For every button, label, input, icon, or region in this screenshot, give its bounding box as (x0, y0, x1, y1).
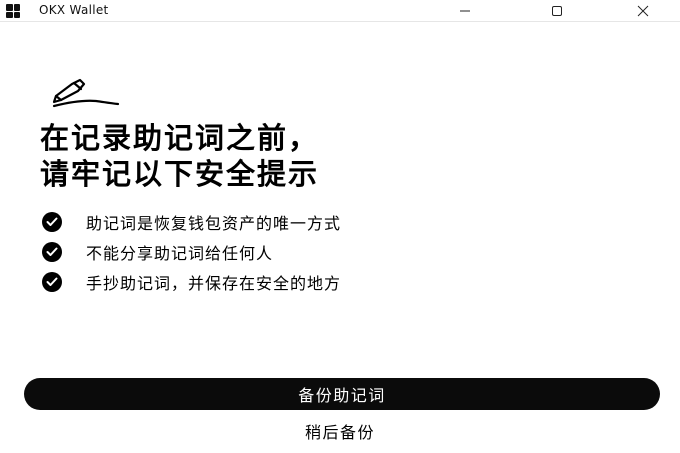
check-circle-icon (42, 212, 62, 232)
backup-mnemonic-button[interactable]: 备份助记词 (24, 378, 660, 410)
list-item: 手抄助记词，并保存在安全的地方 (42, 267, 642, 297)
list-item: 不能分享助记词给任何人 (42, 237, 642, 267)
pen-signature-icon (52, 78, 120, 108)
page-title: 在记录助记词之前， 请牢记以下安全提示 (40, 120, 640, 192)
okx-logo-icon (6, 4, 20, 18)
check-circle-icon (42, 272, 62, 292)
window-titlebar: OKX Wallet (0, 0, 680, 22)
page-title-line-1: 在记录助记词之前， (40, 121, 320, 155)
page-title-line-2: 请牢记以下安全提示 (40, 157, 320, 191)
window-title: OKX Wallet (39, 3, 109, 17)
tip-text: 手抄助记词，并保存在安全的地方 (86, 274, 342, 293)
minimize-icon (460, 10, 470, 12)
minimize-button[interactable] (442, 0, 488, 22)
maximize-button[interactable] (534, 0, 580, 22)
safety-tips-list: 助记词是恢复钱包资产的唯一方式 不能分享助记词给任何人 手抄助记词，并保存在安全… (42, 207, 642, 297)
list-item: 助记词是恢复钱包资产的唯一方式 (42, 207, 642, 237)
maximize-icon (552, 6, 562, 16)
tip-text: 不能分享助记词给任何人 (86, 244, 274, 263)
tip-text: 助记词是恢复钱包资产的唯一方式 (86, 214, 342, 233)
close-button[interactable] (620, 0, 666, 22)
check-circle-icon (42, 242, 62, 262)
backup-later-button[interactable]: 稍后备份 (240, 418, 440, 444)
close-icon (637, 5, 649, 17)
